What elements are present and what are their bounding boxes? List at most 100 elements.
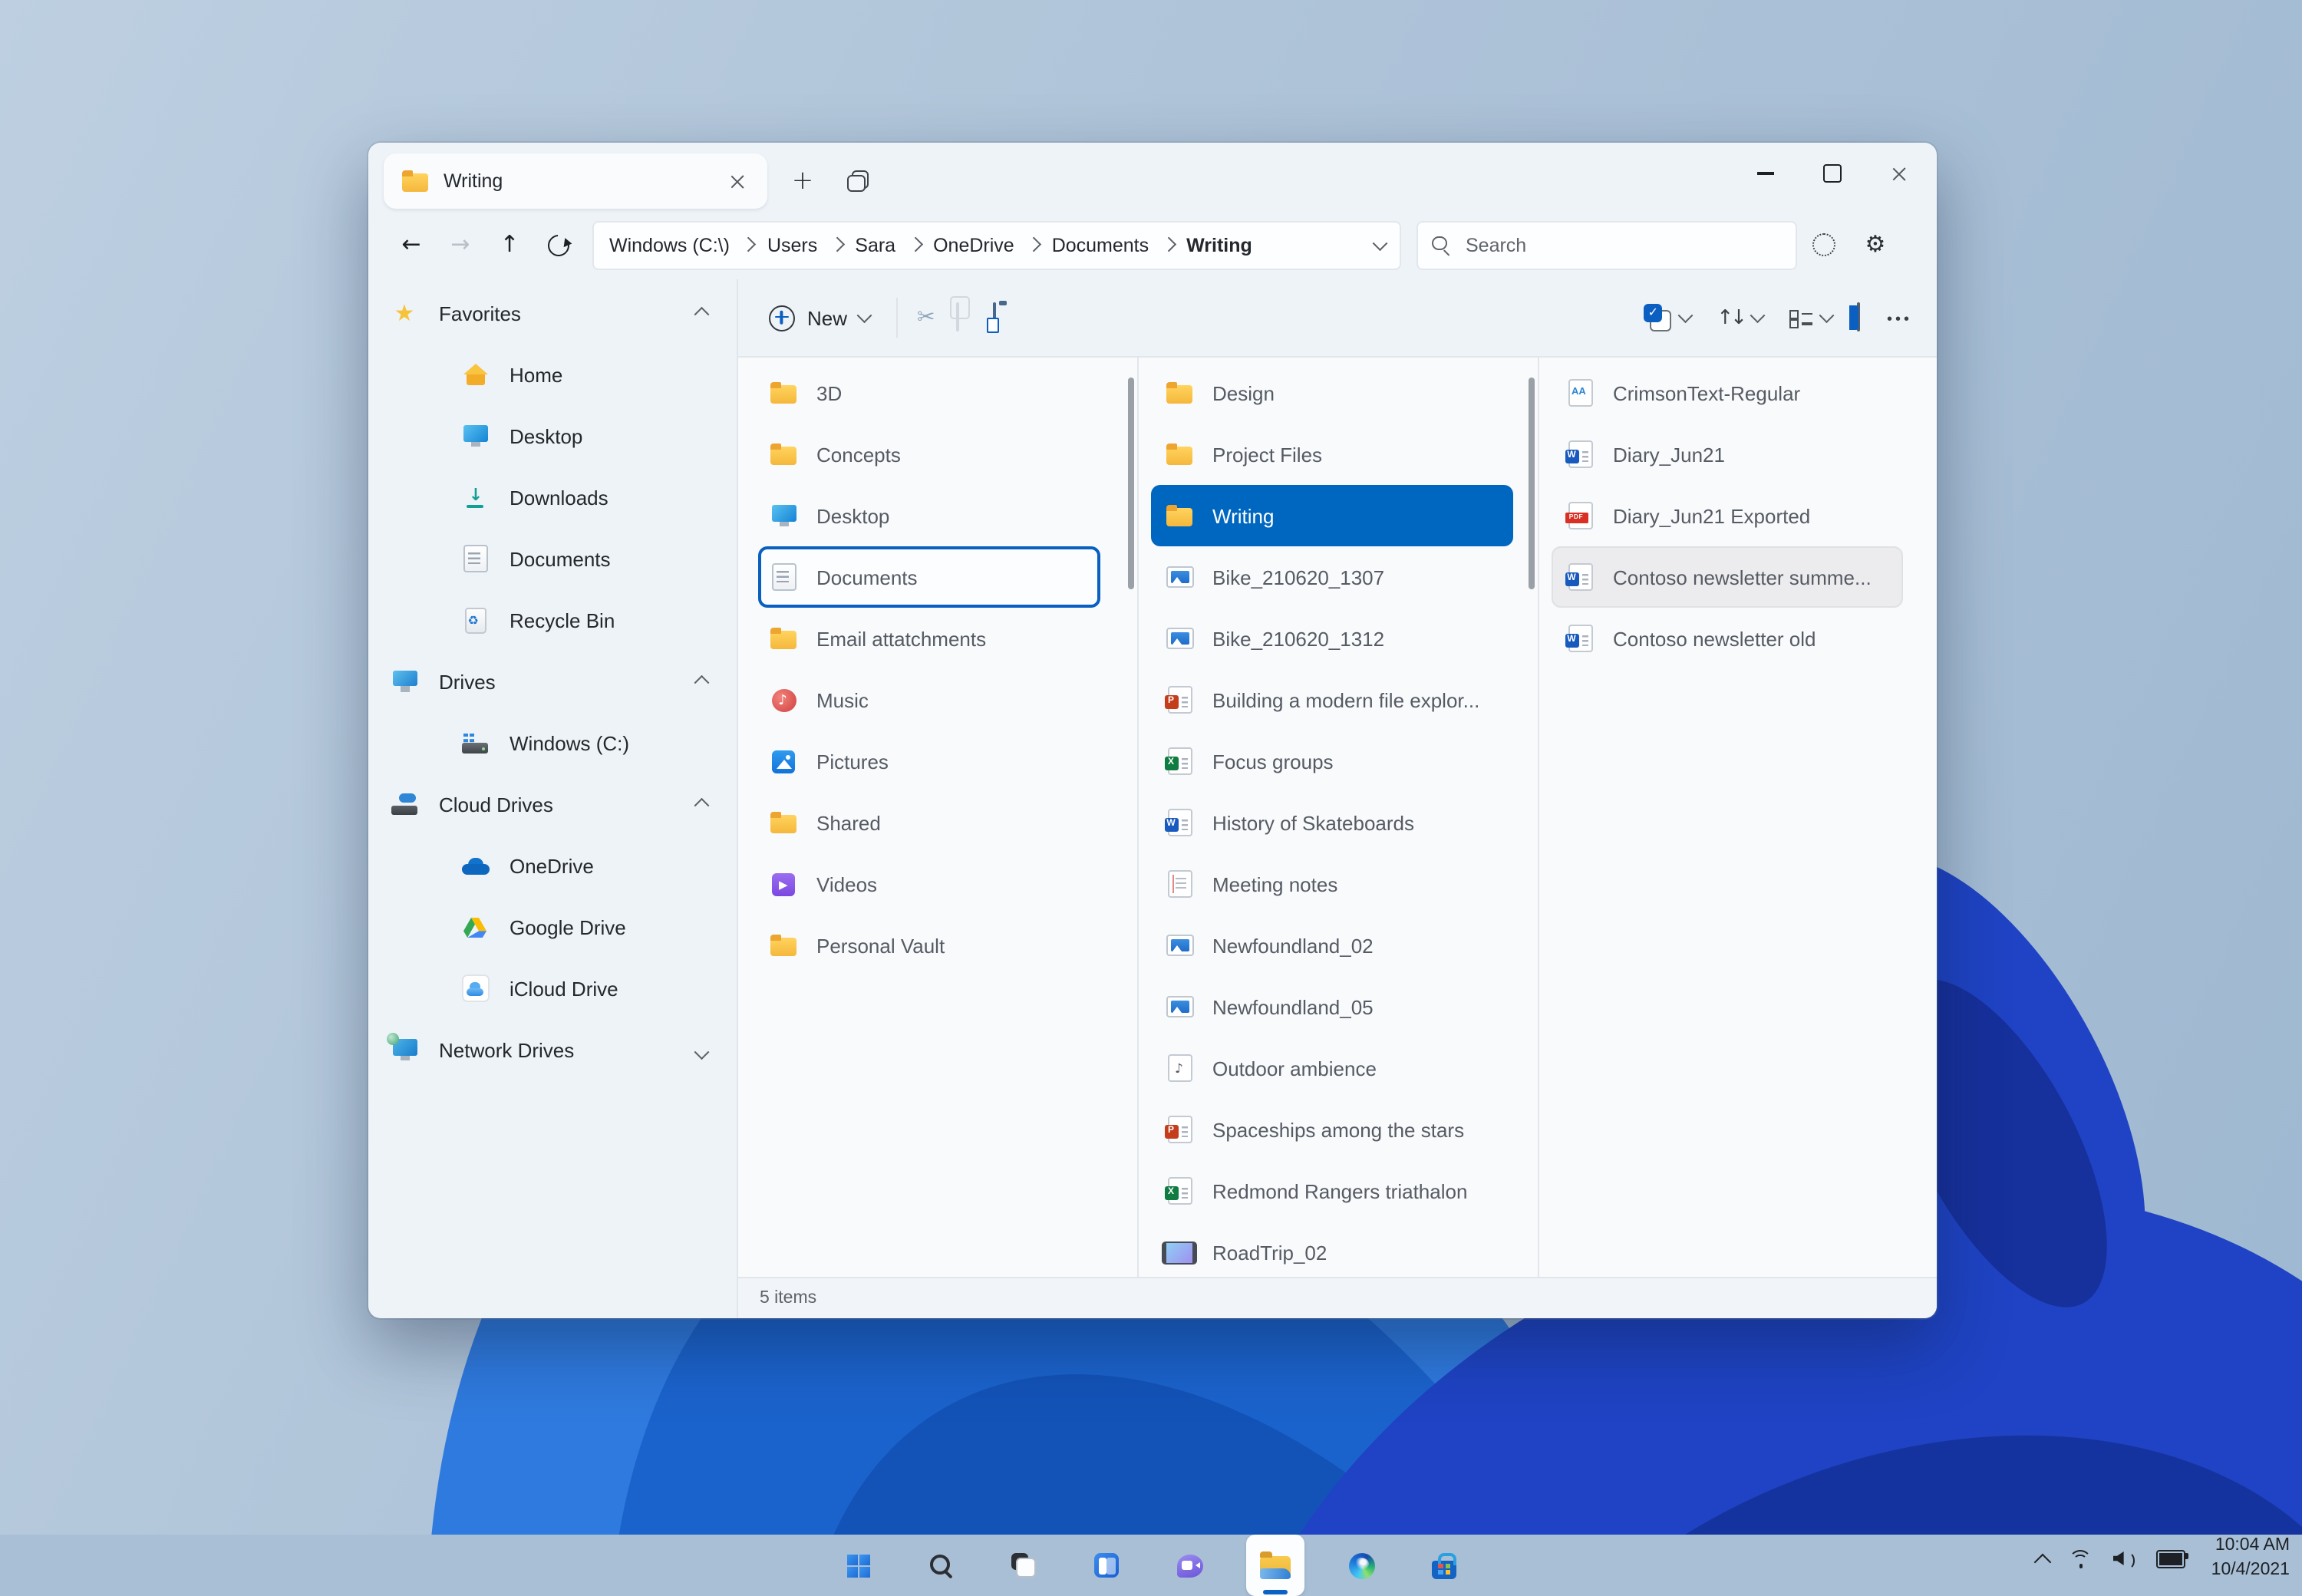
- file-row[interactable]: W Diary_Jun21: [1552, 424, 1903, 485]
- file-row[interactable]: W Contoso newsletter old: [1552, 608, 1903, 669]
- task-view-button[interactable]: [998, 1535, 1050, 1596]
- cut-button[interactable]: ✂: [917, 304, 935, 331]
- file-row[interactable]: RoadTrip_02: [1151, 1222, 1513, 1277]
- file-row[interactable]: Newfoundland_05: [1151, 976, 1513, 1037]
- sidebar-item-documents[interactable]: Documents: [378, 528, 727, 589]
- layout-button[interactable]: [1789, 308, 1832, 328]
- file-row[interactable]: Personal Vault: [758, 915, 1100, 976]
- file-row[interactable]: Desktop: [758, 485, 1100, 546]
- sidebar-section-network-drives[interactable]: Network Drives: [378, 1019, 727, 1080]
- file-row[interactable]: W History of Skateboards: [1151, 792, 1513, 853]
- file-row[interactable]: CrimsonText-Regular: [1552, 362, 1903, 424]
- new-button[interactable]: New: [763, 295, 876, 340]
- select-button[interactable]: [1645, 305, 1690, 331]
- file-row[interactable]: Concepts: [758, 424, 1100, 485]
- titlebar[interactable]: Writing +: [368, 143, 1937, 210]
- widgets-button[interactable]: [1080, 1535, 1133, 1596]
- copy-button[interactable]: [935, 304, 960, 331]
- minimize-button[interactable]: [1731, 143, 1799, 204]
- breadcrumb-item[interactable]: Windows (C:\): [609, 234, 730, 256]
- file-row[interactable]: Bike_210620_1312: [1151, 608, 1513, 669]
- expand-button[interactable]: [696, 1038, 706, 1061]
- file-row-selected[interactable]: Writing: [1151, 485, 1513, 546]
- breadcrumb[interactable]: Windows (C:\) Users Sara OneDrive Docume…: [592, 220, 1401, 269]
- breadcrumb-item-current[interactable]: Writing: [1186, 234, 1252, 256]
- file-row[interactable]: Videos: [758, 853, 1100, 915]
- tab-close-button[interactable]: [721, 164, 755, 198]
- edge-icon: [1348, 1552, 1374, 1578]
- collapse-button[interactable]: [696, 793, 706, 816]
- file-row[interactable]: Project Files: [1151, 424, 1513, 485]
- store-button[interactable]: [1418, 1535, 1470, 1596]
- word-file-icon: W: [1565, 440, 1595, 468]
- sidebar-section-favorites[interactable]: ★ Favorites: [378, 282, 727, 344]
- file-row[interactable]: P Building a modern file explor...: [1151, 669, 1513, 730]
- sidebar-item-windows-c[interactable]: Windows (C:): [378, 712, 727, 773]
- file-row[interactable]: Email attatchments: [758, 608, 1100, 669]
- volume-icon[interactable]: [2113, 1549, 2136, 1568]
- wifi-icon[interactable]: [2069, 1549, 2093, 1568]
- explorer-tab[interactable]: Writing: [384, 153, 767, 209]
- sidebar-item-google-drive[interactable]: Google Drive: [378, 896, 727, 958]
- file-row[interactable]: 3D: [758, 362, 1100, 424]
- details-pane-button[interactable]: [1858, 304, 1861, 331]
- battery-icon[interactable]: [2156, 1549, 2185, 1568]
- breadcrumb-item[interactable]: Documents: [1052, 234, 1149, 256]
- sidebar-item-onedrive[interactable]: OneDrive: [378, 835, 727, 896]
- sort-button[interactable]: ↑↓: [1717, 306, 1763, 329]
- tray-overflow-button[interactable]: [2033, 1553, 2051, 1571]
- file-row[interactable]: Music: [758, 669, 1100, 730]
- file-explorer-button-active[interactable]: [1246, 1535, 1304, 1596]
- breadcrumb-item[interactable]: Users: [767, 234, 817, 256]
- sync-status-button[interactable]: [1797, 220, 1849, 269]
- folder-icon: [769, 935, 798, 956]
- file-row[interactable]: Outdoor ambience: [1151, 1037, 1513, 1099]
- file-row[interactable]: Shared: [758, 792, 1100, 853]
- file-row[interactable]: X Redmond Rangers triathalon: [1151, 1160, 1513, 1222]
- search-box[interactable]: [1416, 220, 1797, 269]
- chat-button[interactable]: [1163, 1535, 1215, 1596]
- file-row-keyboard-selected[interactable]: Documents: [758, 546, 1100, 608]
- breadcrumb-item[interactable]: Sara: [855, 234, 895, 256]
- file-row[interactable]: Bike_210620_1307: [1151, 546, 1513, 608]
- close-button[interactable]: [1866, 143, 1934, 204]
- plus-circle-icon: [769, 305, 795, 331]
- back-button[interactable]: ←: [387, 220, 436, 269]
- scrollbar[interactable]: [1529, 378, 1535, 589]
- file-row[interactable]: Pictures: [758, 730, 1100, 792]
- file-row[interactable]: Newfoundland_02: [1151, 915, 1513, 976]
- collapse-button[interactable]: [696, 302, 706, 325]
- sidebar-section-drives[interactable]: Drives: [378, 651, 727, 712]
- tab-list-button[interactable]: [847, 170, 869, 192]
- new-tab-button[interactable]: +: [780, 158, 826, 204]
- sidebar-item-home[interactable]: Home: [378, 344, 727, 405]
- sidebar-section-cloud-drives[interactable]: Cloud Drives: [378, 773, 727, 835]
- breadcrumb-item[interactable]: OneDrive: [933, 234, 1014, 256]
- sidebar-item-downloads[interactable]: Downloads: [378, 467, 727, 528]
- store-icon: [1432, 1560, 1456, 1578]
- file-row[interactable]: P Spaceships among the stars: [1151, 1099, 1513, 1160]
- sidebar-item-icloud-drive[interactable]: iCloud Drive: [378, 958, 727, 1019]
- search-input[interactable]: [1463, 232, 1782, 257]
- file-row[interactable]: PDF Diary_Jun21 Exported: [1552, 485, 1903, 546]
- start-button[interactable]: [832, 1535, 884, 1596]
- scrollbar[interactable]: [1128, 378, 1134, 589]
- sidebar-item-desktop[interactable]: Desktop: [378, 405, 727, 467]
- settings-button[interactable]: ⚙: [1849, 220, 1901, 269]
- refresh-button[interactable]: [534, 220, 583, 269]
- sidebar-item-recycle-bin[interactable]: Recycle Bin: [378, 589, 727, 651]
- file-row-hovered[interactable]: W Contoso newsletter summe...: [1552, 546, 1903, 608]
- collapse-button[interactable]: [696, 670, 706, 693]
- taskbar-search-button[interactable]: [915, 1535, 967, 1596]
- file-row[interactable]: X Focus groups: [1151, 730, 1513, 792]
- up-button[interactable]: ↑: [485, 220, 534, 269]
- edge-button[interactable]: [1335, 1535, 1387, 1596]
- address-dropdown-icon[interactable]: [1372, 236, 1386, 249]
- forward-button[interactable]: →: [436, 220, 485, 269]
- maximize-button[interactable]: [1799, 143, 1866, 204]
- file-label: Email attatchments: [816, 627, 986, 650]
- clock[interactable]: 10:04 AM 10/4/2021: [2211, 1535, 2290, 1582]
- more-options-button[interactable]: •••: [1887, 304, 1912, 331]
- file-row[interactable]: Meeting notes: [1151, 853, 1513, 915]
- file-row[interactable]: Design: [1151, 362, 1513, 424]
